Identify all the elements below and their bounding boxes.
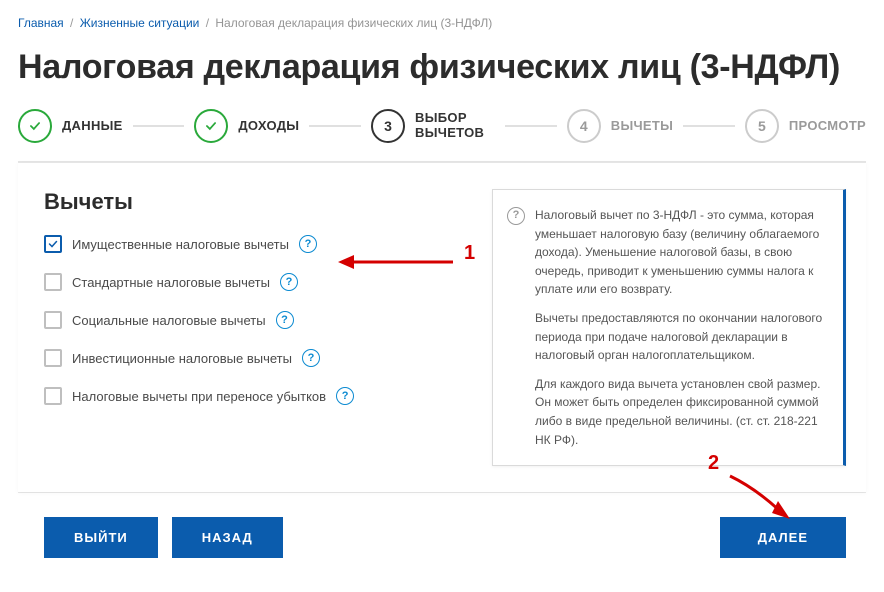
info-icon: ? bbox=[507, 207, 525, 225]
step-preview[interactable]: 5 ПРОСМОТР bbox=[745, 109, 866, 143]
step-data[interactable]: ДАННЫЕ bbox=[18, 109, 123, 143]
info-box: ? Налоговый вычет по 3-НДФЛ - это сумма,… bbox=[492, 189, 846, 466]
step-number: 3 bbox=[371, 109, 405, 143]
breadcrumb-sep: / bbox=[206, 16, 209, 30]
step-label: ВЫЧЕТЫ bbox=[611, 119, 673, 134]
step-connector bbox=[505, 125, 557, 127]
step-deduction-select[interactable]: 3 ВЫБОР ВЫЧЕТОВ bbox=[371, 109, 495, 143]
step-label: ДОХОДЫ bbox=[238, 119, 299, 134]
breadcrumb-sep: / bbox=[70, 16, 73, 30]
step-label: ДАННЫЕ bbox=[62, 119, 123, 134]
step-number: 4 bbox=[567, 109, 601, 143]
checkbox-row-property: Имущественные налоговые вычеты ? bbox=[44, 235, 464, 253]
page-title: Налоговая декларация физических лиц (3-Н… bbox=[18, 48, 866, 87]
checkbox-row-social: Социальные налоговые вычеты ? bbox=[44, 311, 464, 329]
info-paragraph: Налоговый вычет по 3-НДФЛ - это сумма, к… bbox=[535, 206, 827, 299]
step-number: 5 bbox=[745, 109, 779, 143]
info-column: ? Налоговый вычет по 3-НДФЛ - это сумма,… bbox=[492, 189, 846, 466]
button-row: ВЫЙТИ НАЗАД ДАЛЕЕ bbox=[18, 492, 866, 576]
breadcrumb-situations[interactable]: Жизненные ситуации bbox=[80, 16, 200, 30]
main-panel: Вычеты Имущественные налоговые вычеты ? … bbox=[18, 162, 866, 492]
breadcrumb-current: Налоговая декларация физических лиц (3-Н… bbox=[215, 16, 492, 30]
checkbox-label: Социальные налоговые вычеты bbox=[72, 313, 266, 328]
check-icon bbox=[194, 109, 228, 143]
info-paragraph: Вычеты предоставляются по окончании нало… bbox=[535, 309, 827, 365]
stepper: ДАННЫЕ ДОХОДЫ 3 ВЫБОР ВЫЧЕТОВ 4 ВЫЧЕТЫ 5… bbox=[18, 109, 866, 162]
deductions-column: Вычеты Имущественные налоговые вычеты ? … bbox=[44, 189, 464, 466]
next-button[interactable]: ДАЛЕЕ bbox=[720, 517, 846, 558]
step-connector bbox=[309, 125, 361, 127]
checkbox-label: Стандартные налоговые вычеты bbox=[72, 275, 270, 290]
checkbox-standard[interactable] bbox=[44, 273, 62, 291]
section-title: Вычеты bbox=[44, 189, 464, 215]
checkbox-row-standard: Стандартные налоговые вычеты ? bbox=[44, 273, 464, 291]
annotation-label-1: 1 bbox=[464, 242, 475, 265]
help-icon[interactable]: ? bbox=[276, 311, 294, 329]
step-label: ВЫБОР ВЫЧЕТОВ bbox=[415, 111, 495, 141]
checkbox-label: Налоговые вычеты при переносе убытков bbox=[72, 389, 326, 404]
step-label: ПРОСМОТР bbox=[789, 119, 866, 134]
checkbox-social[interactable] bbox=[44, 311, 62, 329]
checkbox-property[interactable] bbox=[44, 235, 62, 253]
info-paragraph: Для каждого вида вычета установлен свой … bbox=[535, 375, 827, 449]
help-icon[interactable]: ? bbox=[336, 387, 354, 405]
checkbox-row-investment: Инвестиционные налоговые вычеты ? bbox=[44, 349, 464, 367]
check-icon bbox=[18, 109, 52, 143]
step-deductions[interactable]: 4 ВЫЧЕТЫ bbox=[567, 109, 673, 143]
back-button[interactable]: НАЗАД bbox=[172, 517, 283, 558]
checkbox-label: Имущественные налоговые вычеты bbox=[72, 237, 289, 252]
help-icon[interactable]: ? bbox=[280, 273, 298, 291]
checkbox-row-loss: Налоговые вычеты при переносе убытков ? bbox=[44, 387, 464, 405]
step-connector bbox=[683, 125, 735, 127]
exit-button[interactable]: ВЫЙТИ bbox=[44, 517, 158, 558]
breadcrumb: Главная / Жизненные ситуации / Налоговая… bbox=[18, 16, 866, 30]
checkbox-investment[interactable] bbox=[44, 349, 62, 367]
help-icon[interactable]: ? bbox=[302, 349, 320, 367]
info-text: Налоговый вычет по 3-НДФЛ - это сумма, к… bbox=[535, 206, 827, 449]
checkbox-loss[interactable] bbox=[44, 387, 62, 405]
help-icon[interactable]: ? bbox=[299, 235, 317, 253]
step-income[interactable]: ДОХОДЫ bbox=[194, 109, 299, 143]
step-connector bbox=[133, 125, 185, 127]
page-container: Главная / Жизненные ситуации / Налоговая… bbox=[0, 0, 884, 592]
breadcrumb-home[interactable]: Главная bbox=[18, 16, 64, 30]
checkbox-label: Инвестиционные налоговые вычеты bbox=[72, 351, 292, 366]
